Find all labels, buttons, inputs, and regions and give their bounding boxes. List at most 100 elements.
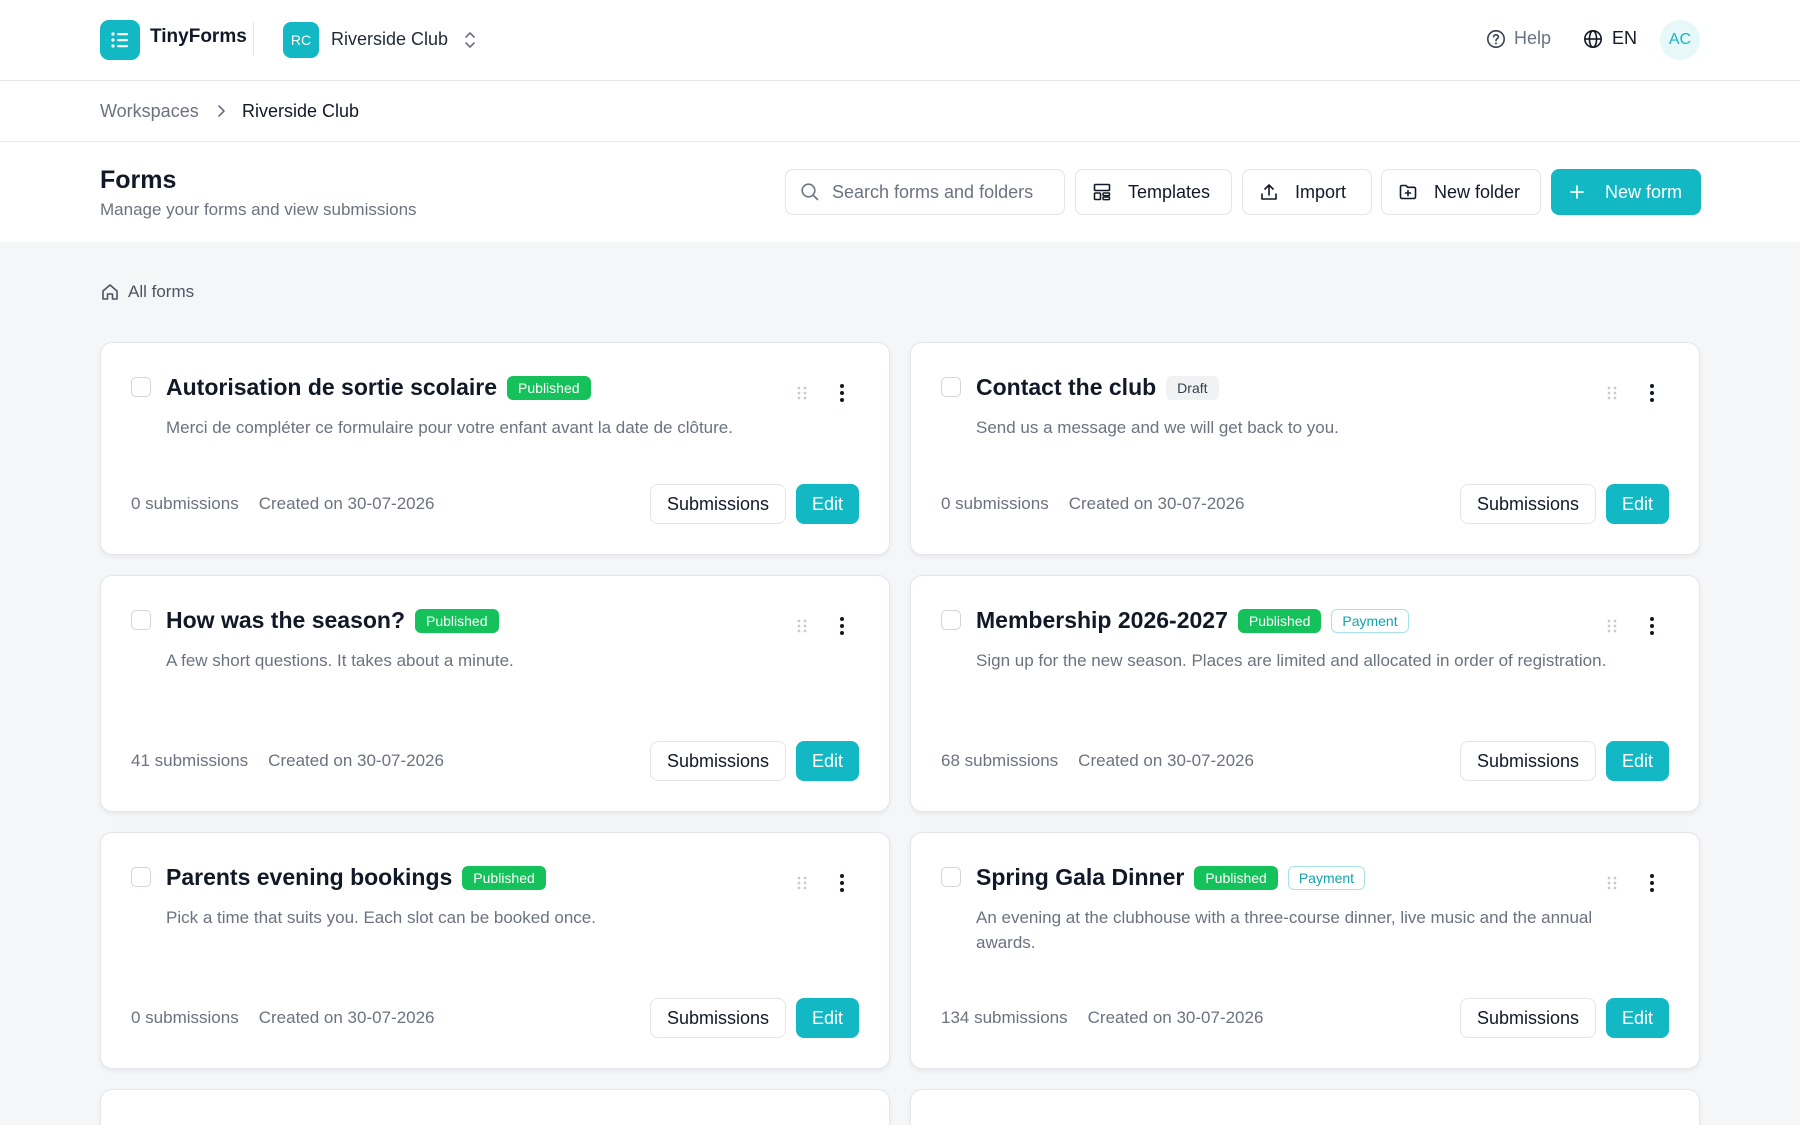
status-badge: Published — [507, 375, 591, 400]
card-actions: Submissions Edit — [1460, 484, 1669, 524]
drag-handle-icon[interactable] — [1607, 385, 1617, 406]
upload-icon — [1261, 184, 1277, 200]
card-meta: 68 submissions Created on 30-07-2026 — [941, 751, 1254, 771]
drag-handle-icon[interactable] — [1607, 618, 1617, 639]
form-title[interactable]: Autorisation de sortie scolaire — [166, 374, 497, 401]
folder-path-label: All forms — [128, 282, 195, 301]
payment-badge: Payment — [1331, 608, 1409, 633]
select-checkbox[interactable] — [941, 377, 961, 397]
select-checkbox[interactable] — [131, 610, 151, 630]
form-card[interactable]: Autorisation de sortie scolaire Published… — [100, 342, 890, 555]
folder-path[interactable]: All forms — [100, 282, 194, 302]
created-date: Created on 30-07-2026 — [258, 494, 435, 513]
language-switcher[interactable]: EN — [1583, 28, 1637, 49]
drag-handle-icon[interactable] — [1607, 875, 1617, 896]
form-title[interactable]: Spring Gala Dinner — [976, 864, 1184, 891]
card-actions: Submissions Edit — [1460, 741, 1669, 781]
form-title[interactable]: How was the season? — [166, 607, 405, 634]
more-options-icon[interactable] — [839, 383, 845, 403]
divider — [253, 22, 254, 56]
form-description: A few short questions. It takes about a … — [166, 651, 514, 670]
card-meta: 0 submissions Created on 30-07-2026 — [131, 1008, 435, 1028]
submissions-button[interactable]: Submissions — [1460, 741, 1596, 781]
edit-button[interactable]: Edit — [796, 484, 859, 524]
chevron-right-icon — [218, 105, 225, 117]
status-badge: Published — [415, 608, 499, 633]
user-avatar[interactable]: AC — [1660, 20, 1700, 60]
select-checkbox[interactable] — [131, 377, 151, 397]
breadcrumb-current: Riverside Club — [242, 101, 360, 121]
help-link[interactable]: Help — [1486, 28, 1551, 49]
templates-label: Templates — [1128, 181, 1211, 202]
card-header: How was the season? Published — [166, 607, 499, 634]
submission-count: 0 submissions — [131, 1008, 239, 1027]
page-title: Forms — [100, 166, 177, 194]
search-input[interactable] — [832, 181, 1042, 203]
submission-count: 41 submissions — [131, 751, 249, 770]
created-date: Created on 30-07-2026 — [1087, 1008, 1264, 1027]
drag-handle-icon[interactable] — [797, 385, 807, 406]
new-form-button[interactable]: New form — [1551, 169, 1701, 215]
form-title[interactable]: Parents evening bookings — [166, 864, 452, 891]
form-card[interactable]: How was the season? Published A few short … — [100, 575, 890, 812]
help-label: Help — [1514, 28, 1552, 48]
card-header: Spring Gala Dinner Published Payment — [976, 864, 1366, 891]
form-title[interactable]: Membership 2026-2027 — [976, 607, 1228, 634]
form-card[interactable] — [910, 1089, 1700, 1125]
submissions-button[interactable]: Submissions — [650, 998, 786, 1038]
more-options-icon[interactable] — [1649, 383, 1655, 403]
workspace-name[interactable]: Riverside Club — [331, 29, 448, 50]
form-card[interactable] — [100, 1089, 890, 1125]
form-card[interactable]: Membership 2026-2027 Published Payment Sign… — [910, 575, 1700, 812]
new-form-label: New form — [1605, 181, 1683, 202]
language-label: EN — [1612, 28, 1638, 48]
submission-count: 68 submissions — [941, 751, 1059, 770]
breadcrumb: Workspaces Riverside Club — [0, 81, 1800, 142]
page-header: Forms Manage your forms and view submiss… — [0, 142, 1800, 242]
submissions-button[interactable]: Submissions — [1460, 998, 1596, 1038]
new-folder-button[interactable]: New folder — [1381, 169, 1541, 215]
form-card[interactable]: Spring Gala Dinner Published Payment An eve… — [910, 832, 1700, 1069]
workspace-avatar[interactable]: RC — [283, 22, 319, 58]
edit-button[interactable]: Edit — [1606, 998, 1669, 1038]
folder-plus-icon — [1399, 184, 1417, 200]
select-checkbox[interactable] — [941, 867, 961, 887]
edit-button[interactable]: Edit — [1606, 484, 1669, 524]
submissions-button[interactable]: Submissions — [650, 484, 786, 524]
status-badge: Draft — [1166, 375, 1219, 400]
list-icon — [111, 32, 128, 48]
edit-button[interactable]: Edit — [796, 741, 859, 781]
select-checkbox[interactable] — [941, 610, 961, 630]
submission-count: 0 submissions — [941, 494, 1049, 513]
app-name: TinyForms — [150, 26, 247, 47]
more-options-icon[interactable] — [1649, 873, 1655, 893]
submissions-button[interactable]: Submissions — [1460, 484, 1596, 524]
more-options-icon[interactable] — [1649, 616, 1655, 636]
plus-icon — [1570, 185, 1584, 199]
edit-button[interactable]: Edit — [1606, 741, 1669, 781]
breadcrumb-workspaces[interactable]: Workspaces — [100, 101, 199, 122]
form-title[interactable]: Contact the club — [976, 374, 1156, 401]
select-checkbox[interactable] — [131, 867, 151, 887]
import-button[interactable]: Import — [1242, 169, 1372, 215]
payment-badge: Payment — [1287, 865, 1366, 890]
card-actions: Submissions Edit — [1460, 998, 1669, 1038]
card-meta: 0 submissions Created on 30-07-2026 — [941, 494, 1245, 514]
submissions-button[interactable]: Submissions — [650, 741, 786, 781]
edit-button[interactable]: Edit — [796, 998, 859, 1038]
page-subtitle: Manage your forms and view submissions — [100, 200, 417, 219]
card-actions: Submissions Edit — [650, 998, 859, 1038]
templates-icon — [1093, 183, 1111, 201]
created-date: Created on 30-07-2026 — [1078, 751, 1254, 770]
more-options-icon[interactable] — [839, 873, 845, 893]
chevron-up-down-icon[interactable] — [462, 28, 478, 52]
submission-count: 0 submissions — [131, 494, 239, 513]
form-card[interactable]: Parents evening bookings Published Pick a … — [100, 832, 890, 1069]
templates-button[interactable]: Templates — [1075, 169, 1232, 215]
drag-handle-icon[interactable] — [797, 875, 807, 896]
form-card[interactable]: Contact the club Draft Send us a message a… — [910, 342, 1700, 555]
top-bar: TinyForms RC Riverside Club Help EN AC — [0, 0, 1800, 81]
app-logo[interactable] — [100, 20, 140, 60]
more-options-icon[interactable] — [839, 616, 845, 636]
drag-handle-icon[interactable] — [797, 618, 807, 639]
